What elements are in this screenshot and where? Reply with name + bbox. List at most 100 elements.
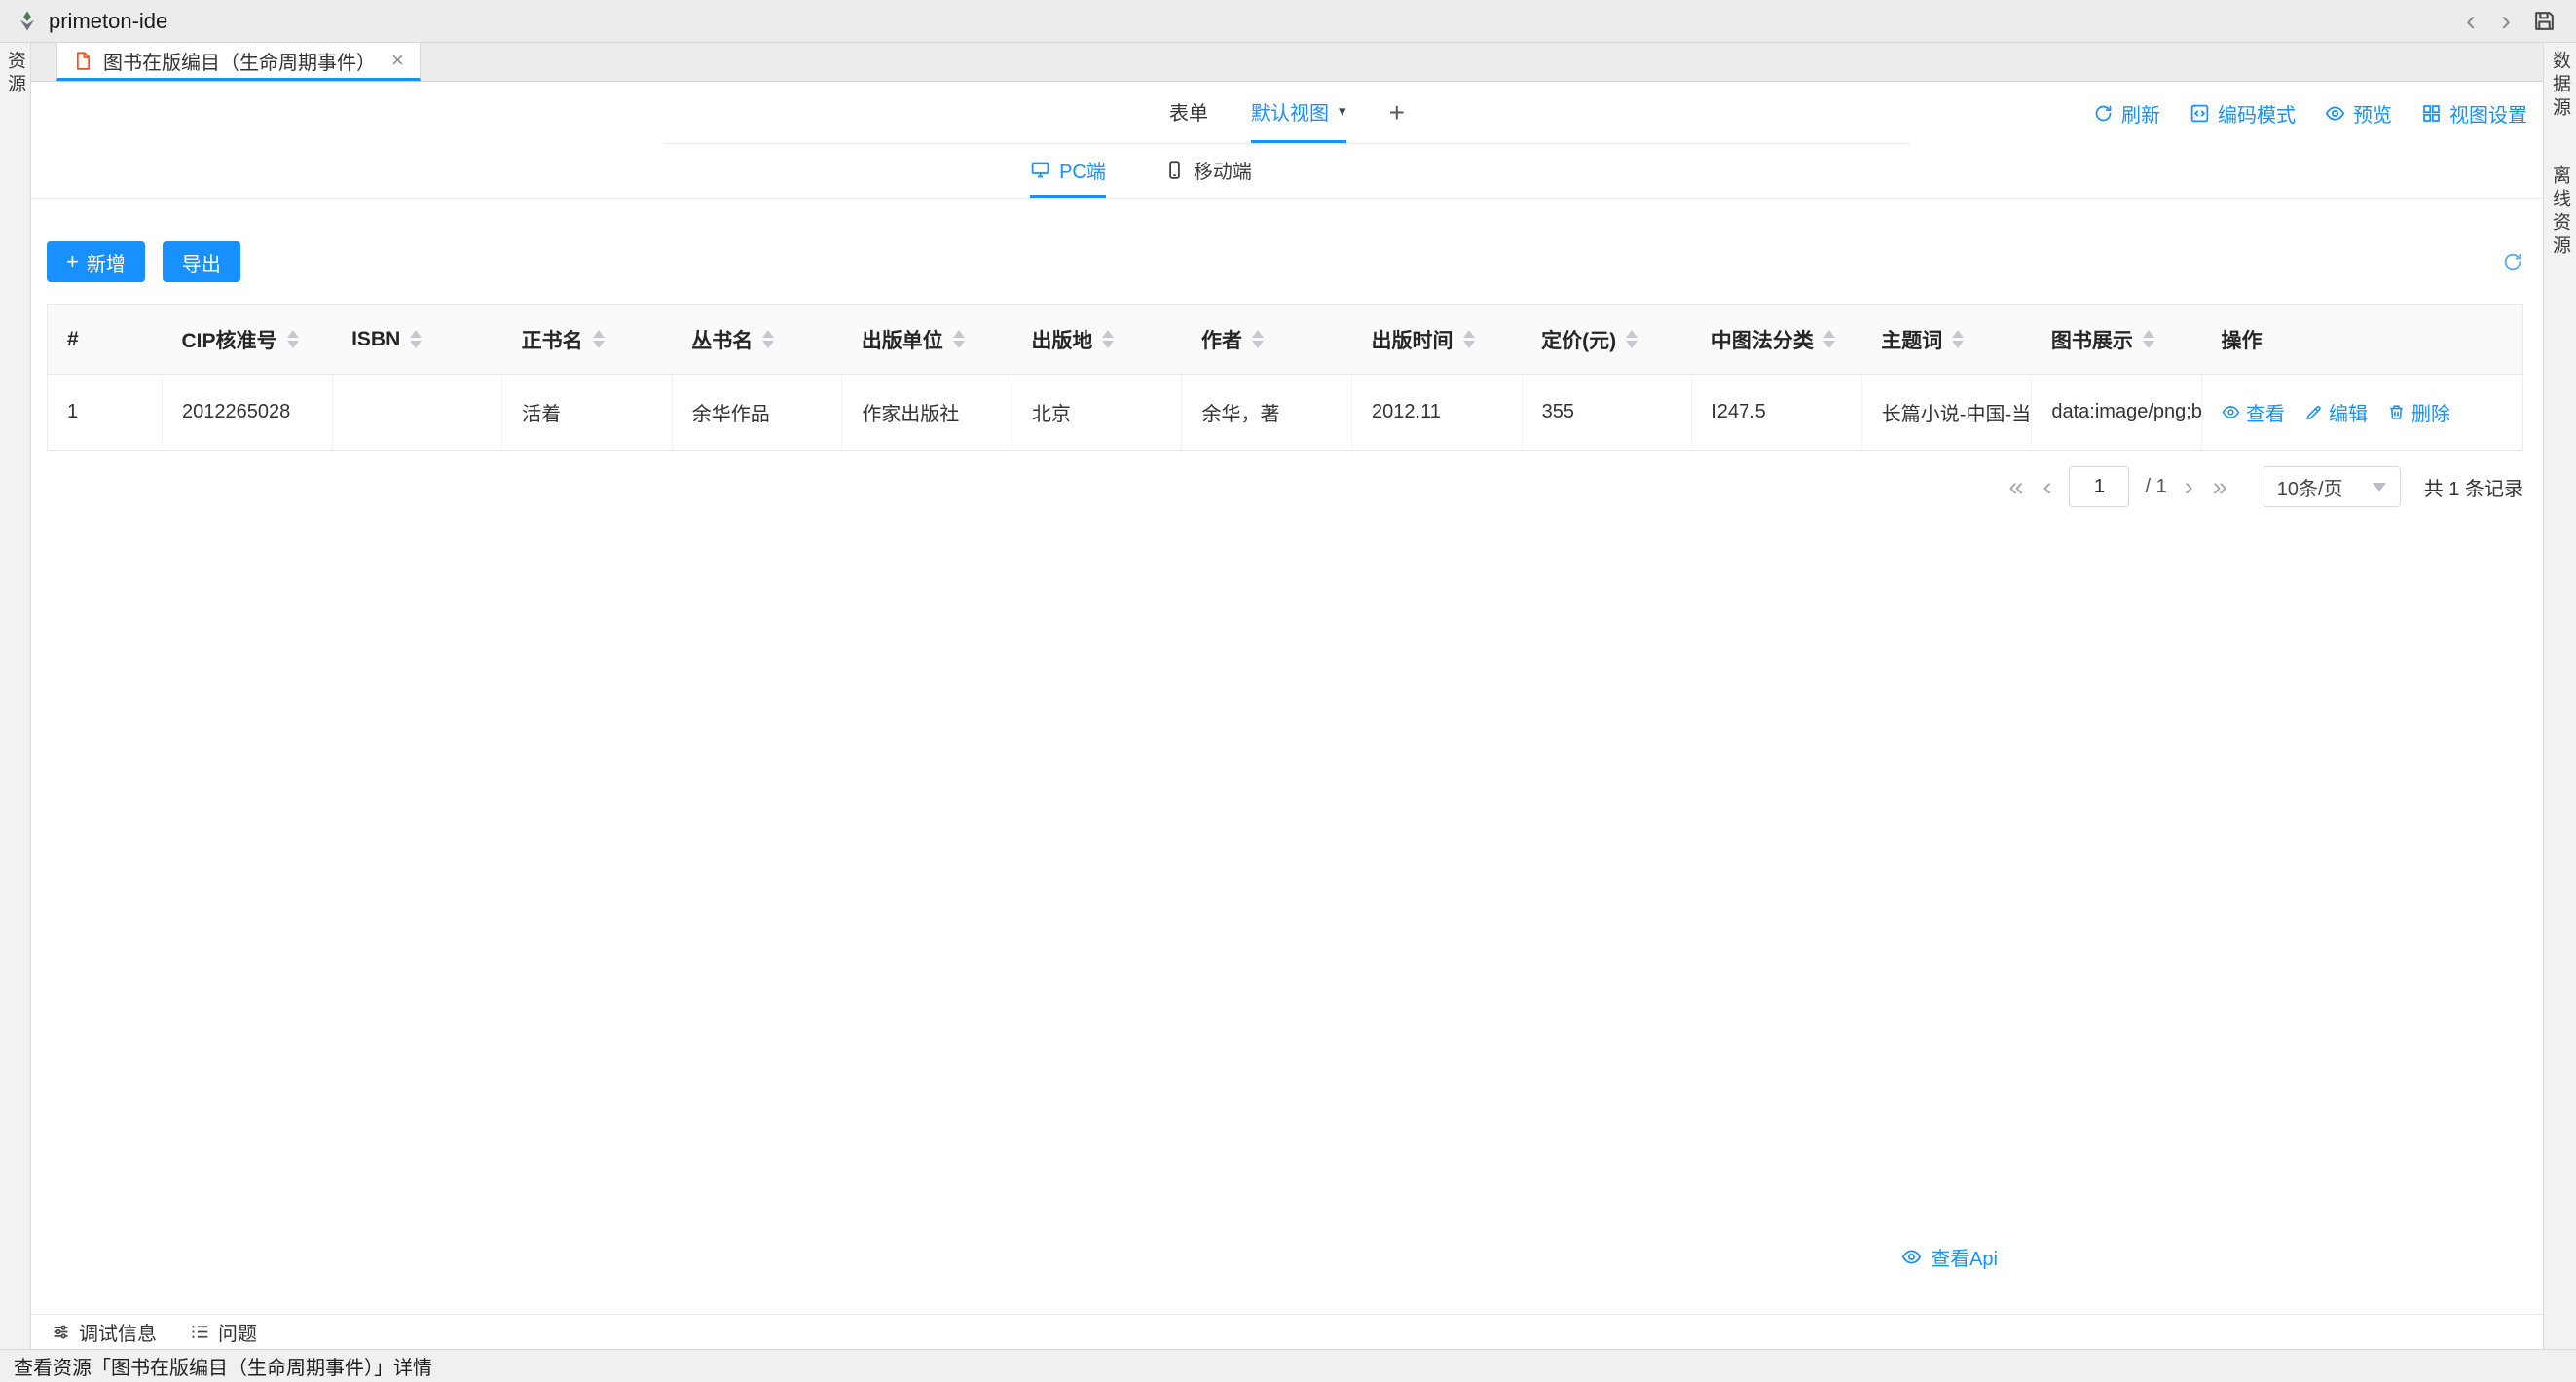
view-settings-label: 视图设置	[2449, 99, 2527, 127]
history-back-icon[interactable]: ‹	[2458, 7, 2484, 36]
save-icon[interactable]	[2528, 9, 2560, 33]
sort-icon[interactable]	[287, 330, 299, 348]
pagination: « ‹ / 1 › » 10条/页 共 1 条记录	[47, 466, 2523, 507]
export-label: 导出	[182, 248, 221, 276]
main-area: 资源 图书在版编目（生命周期事件） ×	[0, 43, 2576, 1349]
page-size-value: 10条/页	[2277, 473, 2343, 501]
pencil-icon	[2304, 403, 2323, 421]
grid-refresh-icon[interactable]	[2502, 251, 2523, 273]
column-header-clc[interactable]: 中图法分类	[1692, 305, 1862, 375]
edit-row-label: 编辑	[2329, 398, 2368, 426]
preview-label: 预览	[2353, 99, 2392, 127]
cell-price: 355	[1522, 375, 1692, 451]
column-header-cip[interactable]: CIP核准号	[163, 305, 333, 375]
editor-content: 表单 默认视图 ▾ + 刷新	[31, 82, 2543, 1314]
caret-down-icon[interactable]: ▾	[1339, 102, 1346, 120]
caret-down-icon	[2373, 483, 2386, 491]
device-tabs-group: PC端 移动端	[1030, 144, 1252, 198]
document-tab-strip: 图书在版编目（生命周期事件） ×	[31, 43, 2543, 82]
column-header-index: #	[48, 305, 163, 375]
column-header-title[interactable]: 正书名	[502, 305, 673, 375]
eye-icon	[2222, 403, 2240, 421]
tab-pc-label: PC端	[1059, 156, 1106, 184]
close-tab-icon[interactable]: ×	[391, 48, 404, 73]
app-logo-icon	[16, 10, 39, 33]
tab-form-label: 表单	[1169, 97, 1208, 126]
page-size-select[interactable]: 10条/页	[2263, 466, 2401, 507]
tab-default-view[interactable]: 默认视图 ▾	[1251, 82, 1346, 143]
sort-icon[interactable]	[1626, 330, 1638, 348]
add-record-label: 新增	[87, 248, 126, 276]
page-number-input[interactable]	[2069, 466, 2129, 507]
preview-button[interactable]: 预览	[2325, 99, 2392, 127]
view-api-label: 查看Api	[1931, 1243, 1998, 1271]
debug-info-button[interactable]: 调试信息	[51, 1318, 157, 1346]
column-header-author[interactable]: 作者	[1182, 305, 1352, 375]
sort-icon[interactable]	[1102, 330, 1114, 348]
column-header-publisher[interactable]: 出版单位	[842, 305, 1012, 375]
tab-mobile-label: 移动端	[1194, 156, 1252, 184]
sort-icon[interactable]	[1952, 330, 1964, 348]
first-page-button[interactable]: «	[2006, 474, 2025, 500]
view-row-button[interactable]: 查看	[2222, 398, 2285, 426]
code-mode-button[interactable]: 编码模式	[2190, 99, 2296, 127]
column-header-place[interactable]: 出版地	[1012, 305, 1182, 375]
device-tabs-row: PC端 移动端	[31, 144, 2543, 199]
add-record-button[interactable]: + 新增	[47, 241, 145, 282]
tab-default-view-label: 默认视图	[1251, 97, 1329, 126]
export-button[interactable]: 导出	[163, 241, 240, 282]
view-row-label: 查看	[2246, 398, 2285, 426]
cell-series: 余华作品	[672, 375, 842, 451]
title-bar: primeton-ide ‹ ›	[0, 0, 2576, 43]
last-page-button[interactable]: »	[2211, 474, 2229, 500]
delete-row-button[interactable]: 删除	[2387, 398, 2450, 426]
sort-icon[interactable]	[1252, 330, 1264, 348]
tab-mobile[interactable]: 移动端	[1164, 144, 1252, 198]
page-total-label: / 1	[2145, 476, 2166, 498]
tab-form[interactable]: 表单	[1169, 82, 1208, 143]
next-page-button[interactable]: ›	[2183, 474, 2195, 500]
cell-image: data:image/png;b	[2032, 375, 2202, 451]
tab-pc[interactable]: PC端	[1030, 144, 1106, 198]
column-header-keywords[interactable]: 主题词	[1861, 305, 2032, 375]
refresh-button[interactable]: 刷新	[2093, 99, 2160, 127]
history-forward-icon[interactable]: ›	[2493, 7, 2519, 36]
sidebar-item-offline-resources[interactable]: 离线资源	[2547, 165, 2573, 259]
plus-icon: +	[66, 251, 79, 273]
sidebar-item-datasource[interactable]: 数据源	[2547, 51, 2573, 121]
sort-icon[interactable]	[762, 330, 774, 348]
prev-page-button[interactable]: ‹	[2041, 474, 2053, 500]
view-api-link[interactable]: 查看Api	[1901, 1243, 1998, 1271]
view-toolbar-actions: 刷新 编码模式 预览 视图设置	[2093, 82, 2527, 144]
column-header-price[interactable]: 定价(元)	[1522, 305, 1692, 375]
view-tabs-group: 表单 默认视图 ▾ +	[664, 82, 1910, 144]
sort-icon[interactable]	[410, 330, 422, 348]
status-bar: 查看资源「图书在版编目（生命周期事件）」详情	[0, 1349, 2576, 1382]
table-row: 1 2012265028 活着 余华作品 作家出版社 北京 余华，著 2012.…	[48, 375, 2523, 451]
column-header-isbn[interactable]: ISBN	[332, 305, 502, 375]
problems-button[interactable]: 问题	[190, 1318, 257, 1346]
list-icon	[190, 1322, 210, 1342]
sort-icon[interactable]	[953, 330, 965, 348]
column-header-series[interactable]: 丛书名	[672, 305, 842, 375]
sidebar-item-resources[interactable]: 资源	[2, 51, 28, 97]
column-header-image[interactable]: 图书展示	[2032, 305, 2202, 375]
document-icon	[73, 51, 93, 71]
edit-row-button[interactable]: 编辑	[2304, 398, 2368, 426]
sort-icon[interactable]	[593, 330, 605, 348]
add-view-button[interactable]: +	[1389, 82, 1405, 143]
total-records-label: 共 1 条记录	[2424, 473, 2523, 501]
refresh-label: 刷新	[2121, 99, 2160, 127]
sort-icon[interactable]	[1823, 330, 1835, 348]
preview-eye-icon	[2325, 103, 2345, 124]
right-sidebar: 数据源 离线资源	[2543, 43, 2576, 1349]
left-sidebar: 资源	[0, 43, 31, 1349]
cell-title: 活着	[502, 375, 673, 451]
column-header-pubdate[interactable]: 出版时间	[1352, 305, 1523, 375]
sort-icon[interactable]	[2143, 330, 2154, 348]
column-header-operations: 操作	[2202, 305, 2523, 375]
view-settings-button[interactable]: 视图设置	[2421, 99, 2527, 127]
sort-icon[interactable]	[1463, 330, 1475, 348]
cell-author: 余华，著	[1182, 375, 1352, 451]
tab-book-cip-document[interactable]: 图书在版编目（生命周期事件） ×	[56, 43, 421, 81]
